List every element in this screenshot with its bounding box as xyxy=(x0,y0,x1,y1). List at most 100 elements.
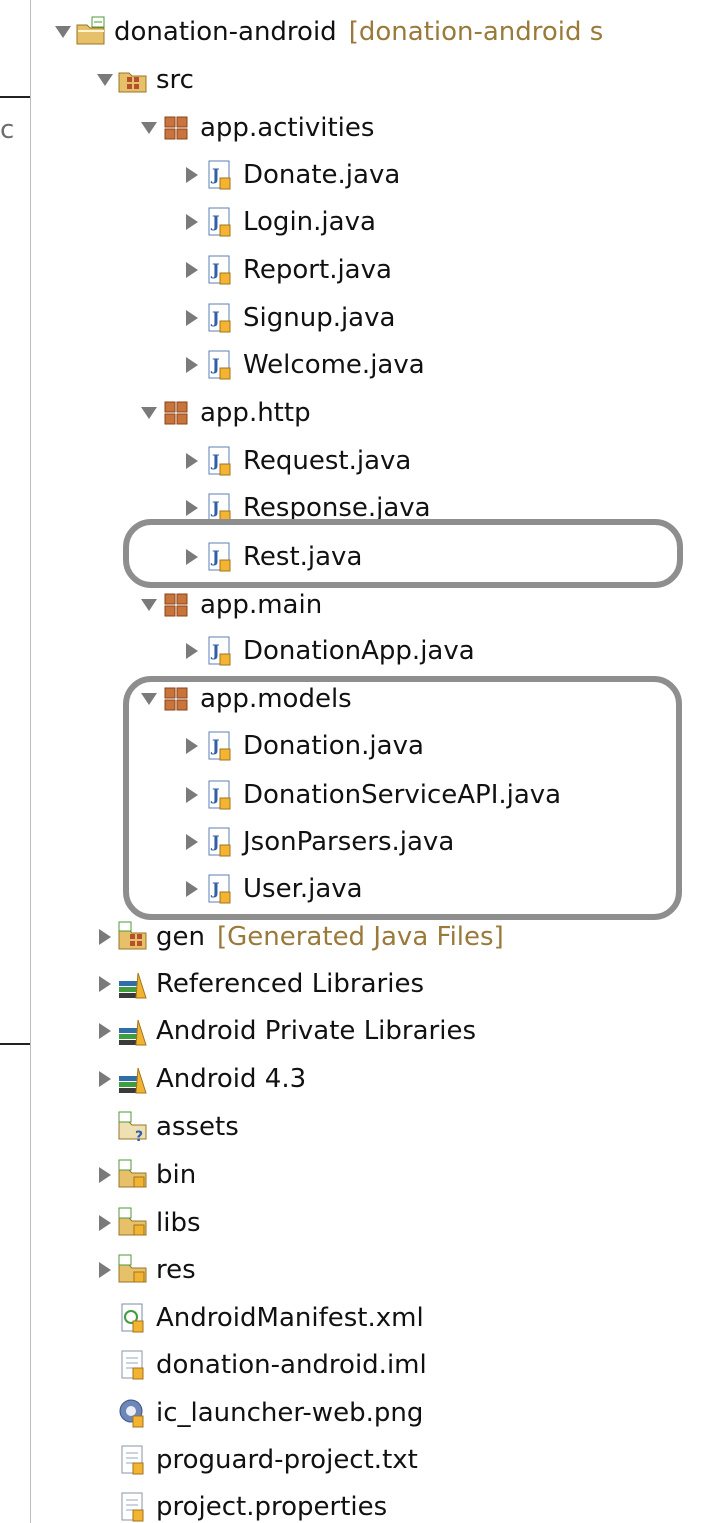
tree-item[interactable]: res xyxy=(31,1246,720,1294)
tree-item-label: donation-android.iml xyxy=(156,1350,427,1380)
tree-item-label: Android Private Libraries xyxy=(156,1016,476,1046)
tree-item-label: res xyxy=(156,1255,196,1285)
tree-item[interactable]: Referenced Libraries xyxy=(31,960,720,1008)
expand-arrow-right-icon[interactable] xyxy=(94,913,116,961)
expand-arrow-right-icon[interactable] xyxy=(94,1246,116,1294)
tree-item-label: project.properties xyxy=(156,1492,388,1522)
tree-item[interactable]: proguard-project.txt xyxy=(31,1436,720,1484)
tree-item[interactable]: J Report.java xyxy=(31,246,720,294)
tree-item-label: app.http xyxy=(200,398,311,428)
expand-arrow-right-icon[interactable] xyxy=(94,1199,116,1247)
java-file-icon: J xyxy=(203,253,237,287)
library-icon xyxy=(116,1062,150,1096)
tree-item[interactable]: Android 4.3 xyxy=(31,1055,720,1103)
library-icon xyxy=(116,967,150,1001)
tree-item[interactable]: ? assets xyxy=(31,1103,720,1151)
folder-icon xyxy=(116,1158,150,1192)
tree-item[interactable]: donation-android [donation-android s xyxy=(31,8,720,56)
tree-item[interactable]: J Signup.java xyxy=(31,294,720,342)
tree-item[interactable]: project.properties xyxy=(31,1483,720,1523)
java-file-icon: J xyxy=(203,158,237,192)
tree-item[interactable]: src xyxy=(31,56,720,104)
tree-item-label: donation-android xyxy=(114,17,337,47)
java-file-icon: J xyxy=(203,444,237,478)
tree-item[interactable]: J Request.java xyxy=(31,437,720,485)
tree-item-label: Donate.java xyxy=(243,160,401,190)
expand-arrow-right-icon[interactable] xyxy=(181,246,203,294)
tree-item-label: bin xyxy=(156,1160,197,1190)
expand-arrow-right-icon[interactable] xyxy=(181,627,203,675)
highlight-app-models xyxy=(123,676,682,920)
expand-arrow-down-icon[interactable] xyxy=(138,389,160,437)
tree-item[interactable]: J DonationApp.java xyxy=(31,627,720,675)
tree-item-decoration: [donation-android s xyxy=(348,17,604,47)
java-file-icon: J xyxy=(203,348,237,382)
adjacent-text-fragment: c xyxy=(0,115,15,145)
manifest-file-icon xyxy=(116,1301,150,1335)
library-icon xyxy=(116,1014,150,1048)
tree-item[interactable]: J Login.java xyxy=(31,198,720,246)
tree-item-label: libs xyxy=(156,1208,201,1238)
tree-item-label: Referenced Libraries xyxy=(156,969,424,999)
divider-line xyxy=(0,1043,30,1045)
highlight-rest-java xyxy=(123,519,683,588)
tree-item-label: proguard-project.txt xyxy=(156,1445,418,1475)
expand-arrow-down-icon[interactable] xyxy=(94,56,116,104)
expand-arrow-right-icon[interactable] xyxy=(181,341,203,389)
svg-text:J: J xyxy=(210,355,220,374)
tree-item[interactable]: bin xyxy=(31,1151,720,1199)
svg-text:?: ? xyxy=(135,1129,143,1144)
source-folder-icon xyxy=(116,63,150,97)
tree-item-decoration: [Generated Java Files] xyxy=(216,922,504,952)
tree-item[interactable]: AndroidManifest.xml xyxy=(31,1294,720,1342)
expand-arrow-right-icon[interactable] xyxy=(94,1007,116,1055)
tree-item[interactable]: app.activities xyxy=(31,104,720,152)
package-icon xyxy=(160,396,194,430)
expand-arrow-right-icon[interactable] xyxy=(181,198,203,246)
tree-item-label: Login.java xyxy=(243,207,376,237)
expand-arrow-right-icon[interactable] xyxy=(94,1055,116,1103)
package-icon xyxy=(160,111,194,145)
tree-item[interactable]: donation-android.iml xyxy=(31,1341,720,1389)
tree-item[interactable]: libs xyxy=(31,1199,720,1247)
svg-text:J: J xyxy=(210,165,220,184)
text-file-icon xyxy=(116,1443,150,1477)
tree-item[interactable]: ic_launcher-web.png xyxy=(31,1389,720,1437)
image-file-icon xyxy=(116,1396,150,1430)
java-file-icon: J xyxy=(203,301,237,335)
expand-arrow-down-icon[interactable] xyxy=(138,581,160,629)
expand-arrow-right-icon[interactable] xyxy=(181,151,203,199)
tree-item-label: AndroidManifest.xml xyxy=(156,1303,424,1333)
tree-item-label: Signup.java xyxy=(243,303,396,333)
tree-item-label: app.activities xyxy=(200,113,375,143)
tree-item[interactable]: Android Private Libraries xyxy=(31,1007,720,1055)
expand-arrow-down-icon[interactable] xyxy=(138,104,160,152)
expand-arrow-right-icon[interactable] xyxy=(181,294,203,342)
svg-text:J: J xyxy=(210,641,220,660)
text-file-icon xyxy=(116,1490,150,1523)
folder-icon xyxy=(116,1206,150,1240)
tree-item[interactable]: J Welcome.java xyxy=(31,341,720,389)
tree-item[interactable]: J Donate.java xyxy=(31,151,720,199)
svg-text:J: J xyxy=(210,308,220,327)
tree-item[interactable]: gen [Generated Java Files] xyxy=(31,913,720,961)
tree-item[interactable]: app.http xyxy=(31,389,720,437)
assets-folder-icon: ? xyxy=(116,1110,150,1144)
tree-item[interactable]: app.main xyxy=(31,581,720,629)
folder-icon xyxy=(116,1253,150,1287)
package-icon xyxy=(160,588,194,622)
tree-item-label: Welcome.java xyxy=(243,350,425,380)
tree-item-label: Android 4.3 xyxy=(156,1064,307,1094)
tree-item-label: app.main xyxy=(200,590,323,620)
svg-text:J: J xyxy=(210,260,220,279)
tree-item-label: DonationApp.java xyxy=(243,636,475,666)
expand-arrow-right-icon[interactable] xyxy=(94,1151,116,1199)
svg-text:J: J xyxy=(210,451,220,470)
tree-item-label: src xyxy=(156,65,194,95)
divider-line xyxy=(0,96,30,98)
tree-item-label: gen xyxy=(156,922,205,952)
tree-item-label: ic_launcher-web.png xyxy=(156,1398,424,1428)
expand-arrow-down-icon[interactable] xyxy=(52,8,74,56)
expand-arrow-right-icon[interactable] xyxy=(181,437,203,485)
expand-arrow-right-icon[interactable] xyxy=(94,960,116,1008)
